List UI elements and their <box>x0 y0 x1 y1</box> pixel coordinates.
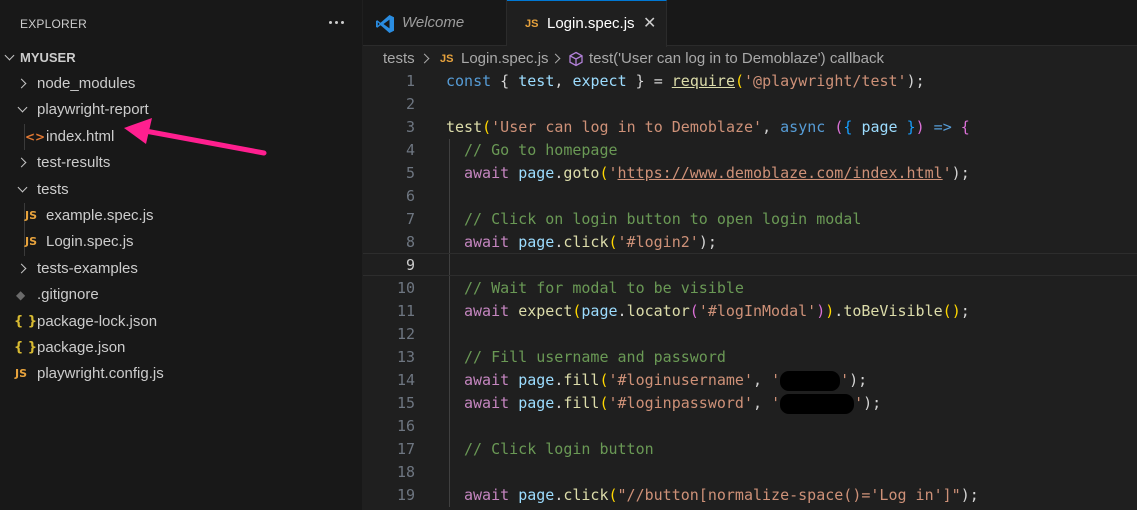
line-number: 5 <box>405 164 415 182</box>
tree-item-label: playwright.config.js <box>37 365 164 382</box>
code-line: 17// Click login button <box>363 438 1137 461</box>
chevron-right-icon <box>16 263 27 274</box>
annotation-arrow-icon <box>124 118 267 156</box>
code-line: 8 await page.click('#login2'); <box>363 231 1137 254</box>
json-file-icon: { } <box>14 340 38 355</box>
chevron-right-icon <box>550 53 561 64</box>
tree-item-package-lock-json[interactable]: { } package-lock.json <box>0 309 362 335</box>
code-line: 5 await page.goto('https://www.demoblaze.… <box>363 162 1137 185</box>
js-file-icon: JS <box>15 367 28 380</box>
line-number: 1 <box>405 72 415 90</box>
tree-item-label: node_modules <box>37 75 136 92</box>
code-line: 10// Wait for modal to be visible <box>363 277 1137 300</box>
line-number: 12 <box>396 325 415 343</box>
code-line: 13// Fill username and password <box>363 346 1137 369</box>
tab-welcome-label: Welcome <box>402 14 465 31</box>
line-number: 16 <box>396 417 415 435</box>
tree-item-label: package.json <box>37 339 126 356</box>
code-line: 18 <box>363 461 1137 484</box>
line-number: 11 <box>396 302 415 320</box>
chevron-right-icon <box>419 53 430 64</box>
tree-item-label: tests-examples <box>37 260 138 277</box>
tree-item-login-spec-js[interactable]: JS Login.spec.js <box>0 229 362 255</box>
explorer-title: EXPLORER <box>20 17 87 31</box>
code-line: 1 const { test, expect } = require('@play… <box>363 70 1137 93</box>
line-number: 9 <box>405 256 415 274</box>
code-line: 12 <box>363 323 1137 346</box>
code-editor[interactable]: 1 const { test, expect } = require('@play… <box>363 70 1137 510</box>
js-icon: JS <box>440 53 454 65</box>
tree-item-label: package-lock.json <box>37 313 158 330</box>
breadcrumb: tests JS Login.spec.js test('User can lo… <box>363 47 1137 71</box>
code-line: 15 await page.fill('#loginpassword', ' '); <box>363 392 1137 415</box>
explorer-sidebar: EXPLORER MYUSER node_modules playwright-… <box>0 0 362 510</box>
line-number: 8 <box>405 233 415 251</box>
tab-welcome[interactable]: Welcome <box>363 0 507 46</box>
tree-item-tests-examples[interactable]: tests-examples <box>0 256 362 282</box>
tree-item-example-spec-js[interactable]: JS example.spec.js <box>0 203 362 229</box>
code-line: 11 await expect(page.locator('#logInModal… <box>363 300 1137 323</box>
line-number: 19 <box>396 486 415 504</box>
code-line: 14 await page.fill('#loginusername', ' '); <box>363 369 1137 392</box>
code-line: 6 <box>363 185 1137 208</box>
vscode-icon <box>376 15 394 33</box>
chevron-right-icon <box>16 78 27 89</box>
tree-root-label: MYUSER <box>20 50 76 65</box>
line-number: 4 <box>405 141 415 159</box>
redacted-password <box>780 393 855 414</box>
tree-item-gitignore[interactable]: ◆ .gitignore <box>0 282 362 308</box>
line-number: 18 <box>396 463 415 481</box>
line-number: 6 <box>405 187 415 205</box>
tree-item-label: example.spec.js <box>46 207 154 224</box>
symbol-method-icon <box>569 51 583 67</box>
line-number: 13 <box>396 348 415 366</box>
tree-root-myuser[interactable]: MYUSER <box>0 45 362 71</box>
code-line: 4// Go to homepage <box>363 139 1137 162</box>
code-line: 7// Click on login button to open login … <box>363 208 1137 231</box>
code-line: 2 <box>363 93 1137 116</box>
code-line: 16 <box>363 415 1137 438</box>
line-number: 10 <box>396 279 415 297</box>
breadcrumb-symbol[interactable]: test('User can log in to Demoblaze') cal… <box>589 47 884 71</box>
explorer-header: EXPLORER <box>0 0 362 48</box>
js-file-icon: JS <box>25 209 38 222</box>
line-number: 7 <box>405 210 415 228</box>
code-line: 3 test('User can log in to Demoblaze', as… <box>363 116 1137 139</box>
code-line: 19 await page.click("//button[normalize-s… <box>363 484 1137 507</box>
tab-login-spec-js[interactable]: JS Login.spec.js ✕ <box>507 0 667 47</box>
line-number: 15 <box>396 394 415 412</box>
html-file-icon: <> <box>25 130 46 144</box>
tree-item-label: tests <box>37 181 69 198</box>
editor-area: Welcome JS Login.spec.js ✕ tests JS Logi… <box>363 0 1137 510</box>
redacted-username <box>780 370 841 391</box>
tree-item-package-json[interactable]: { } package.json <box>0 335 362 361</box>
breadcrumb-file[interactable]: Login.spec.js <box>461 47 549 71</box>
chevron-right-icon <box>16 157 27 168</box>
tree-item-label: Login.spec.js <box>46 233 134 250</box>
close-icon[interactable]: ✕ <box>643 1 656 47</box>
chevron-down-icon <box>4 50 15 61</box>
breadcrumb-folder[interactable]: tests <box>383 47 415 71</box>
git-file-icon: ◆ <box>16 288 26 302</box>
line-number: 17 <box>396 440 415 458</box>
js-file-icon: JS <box>25 235 38 248</box>
line-number: 2 <box>405 95 415 113</box>
json-file-icon: { } <box>14 314 38 329</box>
chevron-down-icon <box>17 102 28 113</box>
tree-item-playwright-config-js[interactable]: JS playwright.config.js <box>0 361 362 387</box>
code-line-current: 9 <box>363 253 1137 276</box>
line-number: 14 <box>396 371 415 389</box>
tree-item-label: index.html <box>46 128 115 145</box>
tree-item-label: .gitignore <box>37 286 99 303</box>
tree-item-tests[interactable]: tests <box>0 177 362 203</box>
tree-item-node-modules[interactable]: node_modules <box>0 71 362 97</box>
tree-item-label: test-results <box>37 154 111 171</box>
more-actions-icon[interactable] <box>327 12 347 32</box>
js-icon: JS <box>525 18 539 30</box>
tab-bar: Welcome JS Login.spec.js ✕ <box>363 0 1137 47</box>
tab-login-label: Login.spec.js <box>547 15 635 32</box>
line-number: 3 <box>405 118 415 136</box>
chevron-down-icon <box>17 182 28 193</box>
